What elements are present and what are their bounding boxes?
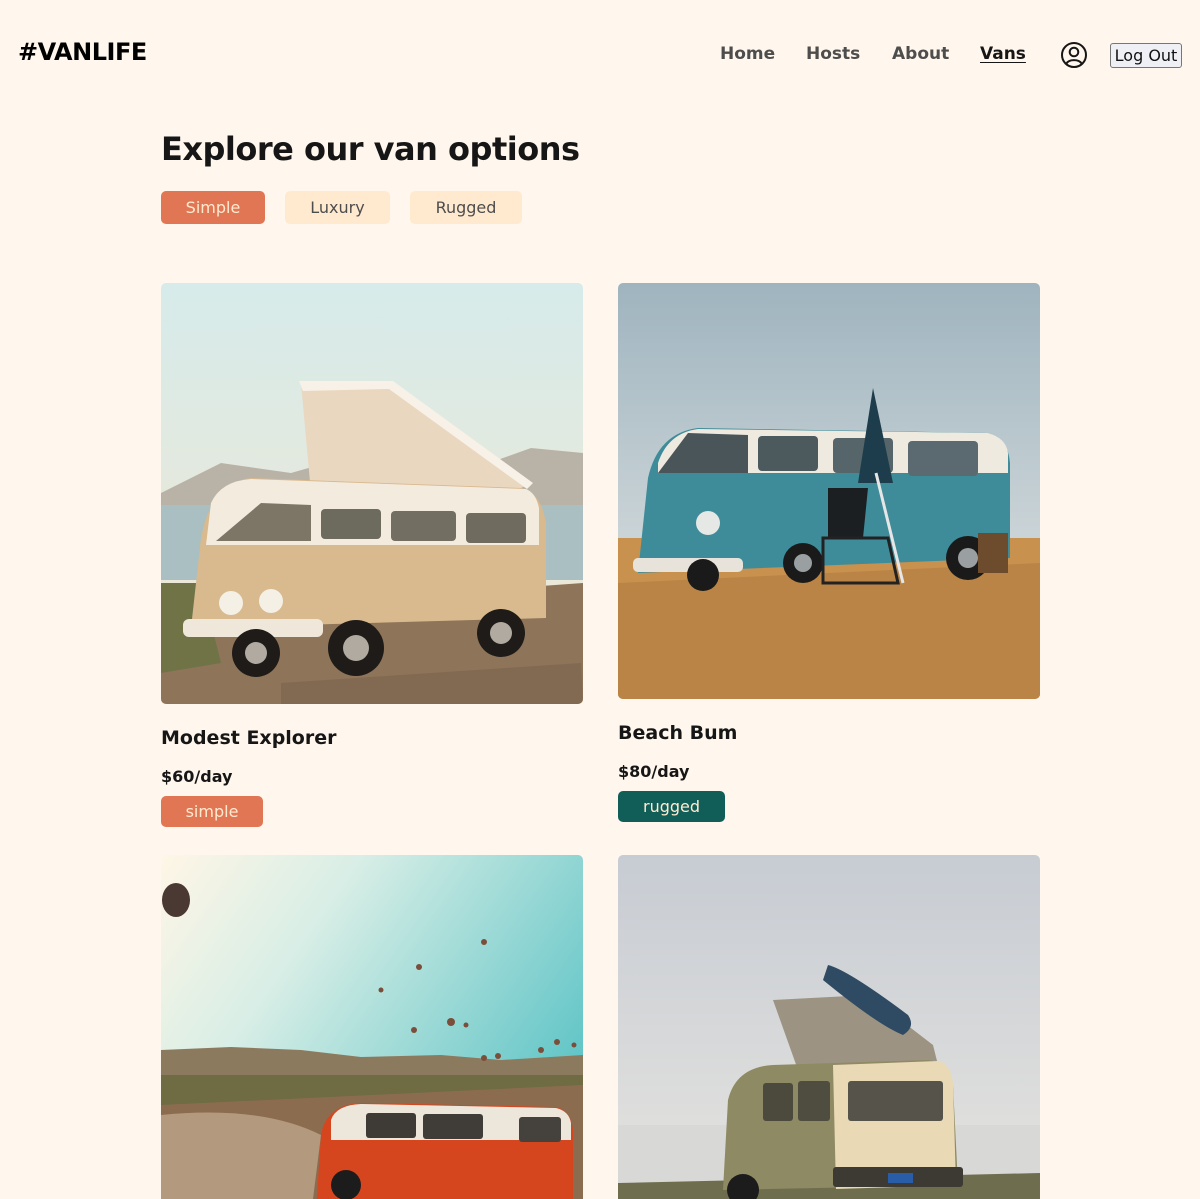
page-title: Explore our van options (161, 130, 580, 168)
van-price-amount: $60 (161, 767, 195, 786)
van-type-badge-simple: simple (161, 796, 263, 827)
van-image-modest-explorer[interactable] (161, 283, 583, 704)
page: #VANLIFE Home Hosts About Vans Log Out E… (0, 0, 1200, 1199)
nav-about-link[interactable]: About (892, 44, 949, 64)
van-image-4[interactable] (618, 855, 1040, 1199)
filter-luxury-button[interactable]: Luxury (285, 191, 390, 224)
van-price-unit: /day (651, 762, 690, 781)
van-name[interactable]: Modest Explorer (161, 727, 336, 749)
van-price-unit: /day (194, 767, 233, 786)
filter-rugged-button[interactable]: Rugged (410, 191, 522, 224)
main-nav: Home Hosts About Vans (0, 44, 1200, 70)
van-image-3[interactable] (161, 855, 583, 1199)
filter-simple-button[interactable]: Simple (161, 191, 265, 224)
van-price: $80/day (618, 762, 689, 781)
van-name[interactable]: Beach Bum (618, 722, 737, 744)
nav-home-link[interactable]: Home (720, 44, 775, 64)
van-price-amount: $80 (618, 762, 652, 781)
user-circle-icon[interactable] (1060, 41, 1088, 69)
nav-hosts-link[interactable]: Hosts (806, 44, 860, 64)
logout-button[interactable]: Log Out (1110, 43, 1182, 68)
van-type-badge-rugged: rugged (618, 791, 725, 822)
van-price: $60/day (161, 767, 232, 786)
nav-vans-link[interactable]: Vans (980, 44, 1026, 64)
van-image-beach-bum[interactable] (618, 283, 1040, 699)
